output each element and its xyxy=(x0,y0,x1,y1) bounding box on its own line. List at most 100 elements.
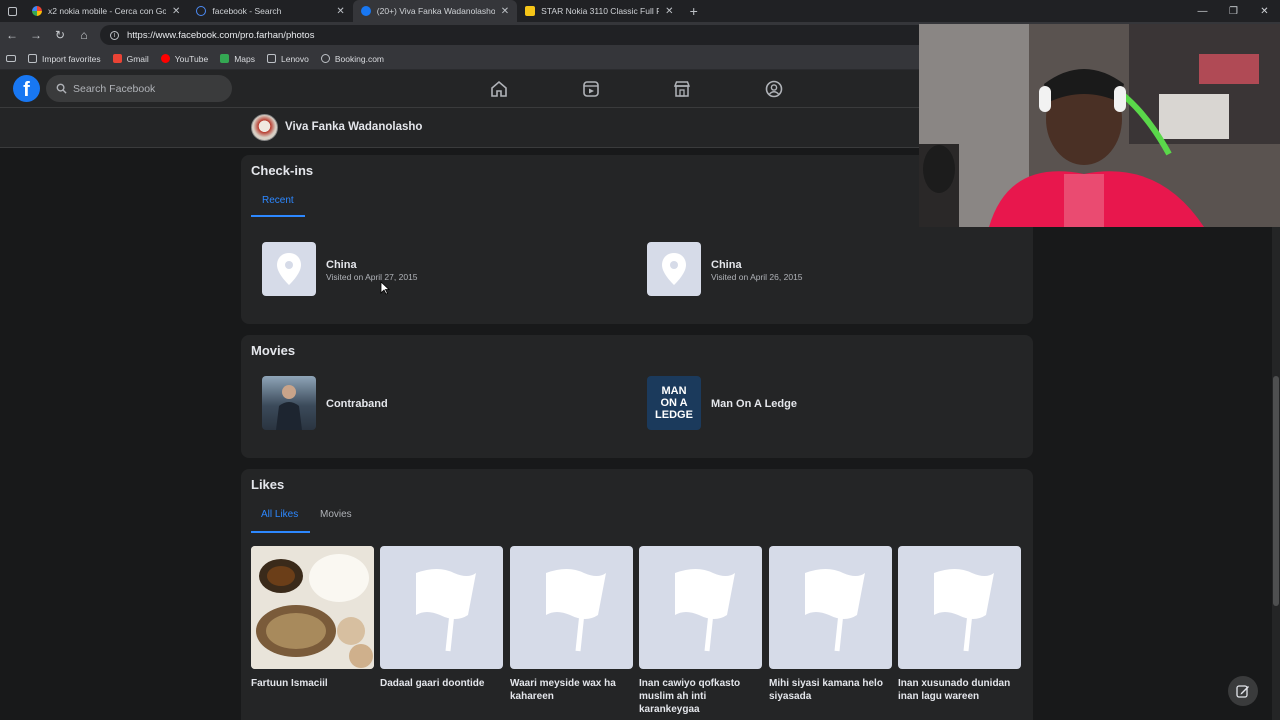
globe-icon xyxy=(320,54,330,63)
location-pin-icon xyxy=(277,253,301,285)
checkins-card: Check-ins Recent China Visited on April … xyxy=(241,155,1033,324)
bookmark-maps[interactable]: Maps xyxy=(220,54,255,64)
bookmark-gmail[interactable]: Gmail xyxy=(112,53,149,64)
close-tab-icon[interactable]: ✕ xyxy=(336,6,344,17)
bookmark-lenovo[interactable]: Lenovo xyxy=(266,53,309,64)
tab-active-underline xyxy=(251,215,305,217)
flag-icon xyxy=(933,568,994,651)
maps-icon xyxy=(220,54,230,63)
browser-tab-1[interactable]: x2 nokia mobile - Cerca con Goog ✕ xyxy=(24,0,188,22)
bookmark-label: Maps xyxy=(234,53,255,64)
close-window-icon[interactable]: ✕ xyxy=(1249,0,1280,22)
poster-title-text: MAN ON A LEDGE xyxy=(655,385,693,421)
checkin-thumbnail[interactable] xyxy=(262,242,316,296)
minimize-icon[interactable]: — xyxy=(1187,0,1218,22)
bookmark-label: Import favorites xyxy=(42,53,101,64)
movie-title[interactable]: Contraband xyxy=(326,398,388,410)
close-tab-icon[interactable]: ✕ xyxy=(501,6,509,17)
new-message-button[interactable] xyxy=(1228,676,1258,706)
forward-icon[interactable]: → xyxy=(24,22,48,48)
tab-title: x2 nokia mobile - Cerca con Goog xyxy=(48,6,166,16)
movie-title[interactable]: Man On A Ledge xyxy=(711,398,797,410)
tab-movies[interactable]: Movies xyxy=(320,509,352,520)
bookmarks-menu-icon[interactable] xyxy=(6,55,16,62)
location-pin-icon xyxy=(662,253,686,285)
checkin-thumbnail[interactable] xyxy=(647,242,701,296)
checkin-place[interactable]: China xyxy=(326,259,357,271)
mouse-cursor-icon xyxy=(380,281,390,295)
like-thumbnail[interactable] xyxy=(898,546,1021,669)
like-thumbnail[interactable] xyxy=(510,546,633,669)
checkins-heading: Check-ins xyxy=(251,163,314,178)
bookmark-youtube[interactable]: YouTube xyxy=(160,53,209,64)
movies-heading: Movies xyxy=(251,343,296,358)
facebook-search-box[interactable] xyxy=(46,75,232,102)
tab-title: STAR Nokia 3110 Classic Full Pan xyxy=(541,6,660,16)
like-thumbnail[interactable] xyxy=(251,546,374,669)
import-icon xyxy=(28,54,37,63)
url-field[interactable]: i https://www.facebook.com/pro.farhan/ph… xyxy=(100,25,980,45)
video-nav-icon[interactable] xyxy=(580,78,602,100)
movie-poster[interactable]: MAN ON A LEDGE xyxy=(647,376,701,430)
like-name[interactable]: Mihi siyasi kamana helo siyasada xyxy=(769,677,894,703)
browser-tab-2[interactable]: facebook - Search ✕ xyxy=(188,0,352,22)
star-favicon-icon xyxy=(525,6,536,16)
food-photo-icon xyxy=(251,546,374,669)
groups-nav-icon[interactable] xyxy=(763,78,785,100)
streamer-video-frame xyxy=(919,24,1280,227)
back-icon[interactable]: ← xyxy=(0,22,24,48)
checkin-date: Visited on April 27, 2015 xyxy=(326,272,418,282)
flag-icon xyxy=(674,568,735,651)
search-favicon-icon xyxy=(196,6,207,16)
close-tab-icon[interactable]: ✕ xyxy=(172,6,180,17)
like-name[interactable]: Inan xusunado dunidan inan lagu wareen xyxy=(898,677,1023,703)
profile-avatar[interactable] xyxy=(251,114,278,141)
like-name[interactable]: Waari meyside wax ha kahareen xyxy=(510,677,635,703)
bookmark-label: Booking.com xyxy=(334,53,385,64)
browser-tab-bar: x2 nokia mobile - Cerca con Goog ✕ faceb… xyxy=(0,0,1280,22)
window-menu-icon[interactable] xyxy=(0,0,24,22)
person-figure-icon xyxy=(276,385,302,430)
google-favicon-icon xyxy=(32,6,42,16)
tab-recent[interactable]: Recent xyxy=(262,195,294,206)
gmail-icon xyxy=(112,54,122,63)
facebook-logo-icon[interactable]: f xyxy=(13,75,40,102)
movie-poster[interactable] xyxy=(262,376,316,430)
checkin-date: Visited on April 26, 2015 xyxy=(711,272,803,282)
bookmark-booking[interactable]: Booking.com xyxy=(320,53,385,64)
bookmark-label: Gmail xyxy=(126,53,149,64)
likes-heading: Likes xyxy=(251,477,285,492)
home-icon[interactable]: ⌂ xyxy=(72,22,96,48)
like-thumbnail[interactable] xyxy=(380,546,503,669)
like-name[interactable]: Dadaal gaari doontide xyxy=(380,677,505,690)
new-tab-icon[interactable]: + xyxy=(682,3,706,19)
folder-icon xyxy=(266,54,276,63)
youtube-icon xyxy=(160,54,170,63)
like-thumbnail[interactable] xyxy=(639,546,762,669)
facebook-favicon-icon xyxy=(360,6,371,16)
reload-icon[interactable]: ↻ xyxy=(48,22,72,48)
site-info-icon[interactable]: i xyxy=(110,30,119,40)
like-thumbnail[interactable] xyxy=(769,546,892,669)
bookmark-label: YouTube xyxy=(174,53,209,64)
like-name[interactable]: Inan cawiyo qofkasto muslim ah inti kara… xyxy=(639,677,764,716)
search-input[interactable] xyxy=(73,82,223,95)
like-name[interactable]: Fartuun Ismaciil xyxy=(251,677,376,690)
close-tab-icon[interactable]: ✕ xyxy=(665,6,673,17)
bookmark-import-favorites[interactable]: Import favorites xyxy=(28,54,101,64)
tab-title: (20+) Viva Fanka Wadanolasho | F xyxy=(376,6,495,16)
home-nav-icon[interactable] xyxy=(488,78,510,100)
marketplace-nav-icon[interactable] xyxy=(671,78,693,100)
window-controls: — ❐ ✕ xyxy=(1187,0,1280,22)
browser-tab-3[interactable]: (20+) Viva Fanka Wadanolasho | F ✕ xyxy=(352,0,518,22)
bookmark-label: Lenovo xyxy=(280,53,309,64)
likes-card: Likes All Likes Movies Fartuun Ismaciil … xyxy=(241,469,1033,720)
scrollbar-thumb[interactable] xyxy=(1273,376,1279,606)
profile-name[interactable]: Viva Fanka Wadanolasho xyxy=(285,121,422,133)
browser-tab-4[interactable]: STAR Nokia 3110 Classic Full Pan ✕ xyxy=(517,0,681,22)
url-text: https://www.facebook.com/pro.farhan/phot… xyxy=(127,29,315,41)
restore-icon[interactable]: ❐ xyxy=(1218,0,1249,22)
flag-icon xyxy=(415,568,476,651)
tab-all-likes[interactable]: All Likes xyxy=(261,509,298,520)
checkin-place[interactable]: China xyxy=(711,259,742,271)
